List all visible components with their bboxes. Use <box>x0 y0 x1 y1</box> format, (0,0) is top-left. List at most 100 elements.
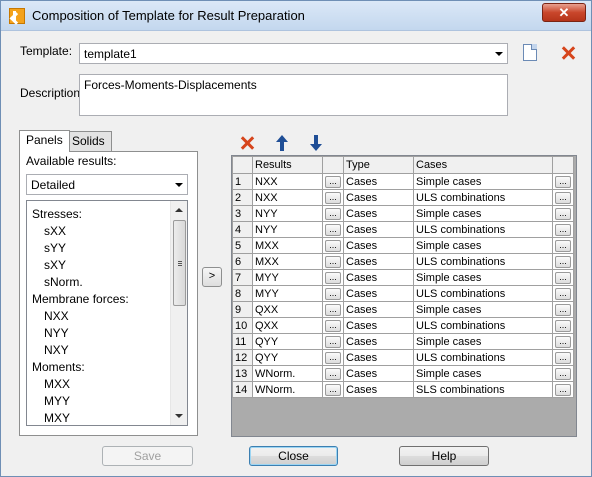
table-row[interactable]: 6 MXX... Cases ULS combinations... <box>232 253 574 270</box>
list-item[interactable]: sXY <box>44 258 66 272</box>
table-row[interactable]: 2 NXX... Cases ULS combinations... <box>232 189 574 206</box>
cell-cases[interactable]: ULS combinations <box>413 285 553 302</box>
scroll-down-icon[interactable] <box>175 414 183 418</box>
cell-cases[interactable]: Simple cases <box>413 237 553 254</box>
browse-result-button[interactable]: ... <box>325 335 341 348</box>
tab-panels[interactable]: Panels <box>19 130 70 152</box>
browse-cases-button[interactable]: ... <box>555 335 571 348</box>
available-results-list[interactable]: Stresses: sXX sYY sXY sNorm. Membrane forces:… <box>26 200 188 426</box>
cell-result[interactable]: QYY <box>252 333 323 350</box>
browse-result-button[interactable]: ... <box>325 319 341 332</box>
list-item[interactable]: sNorm. <box>44 275 83 289</box>
list-group-header[interactable]: Stresses: <box>32 207 82 221</box>
list-scrollbar[interactable] <box>170 201 187 425</box>
new-template-button[interactable] <box>519 42 541 64</box>
list-item[interactable]: sXX <box>44 224 66 238</box>
browse-result-button[interactable]: ... <box>325 287 341 300</box>
cell-cases[interactable]: Simple cases <box>413 365 553 382</box>
move-up-button[interactable] <box>271 132 293 154</box>
cell-cases[interactable]: ULS combinations <box>413 317 553 334</box>
cell-type[interactable]: Cases <box>343 253 414 270</box>
help-button[interactable]: Help <box>399 446 489 466</box>
scrollbar-thumb[interactable] <box>173 220 186 306</box>
browse-cases-button[interactable]: ... <box>555 239 571 252</box>
cell-type[interactable]: Cases <box>343 349 414 366</box>
cell-type[interactable]: Cases <box>343 301 414 318</box>
cell-result[interactable]: MYY <box>252 285 323 302</box>
table-row[interactable]: 4 NYY... Cases ULS combinations... <box>232 221 574 238</box>
browse-cases-button[interactable]: ... <box>555 191 571 204</box>
remove-row-button[interactable] <box>236 132 258 154</box>
table-row[interactable]: 11 QYY... Cases Simple cases... <box>232 333 574 350</box>
cell-type[interactable]: Cases <box>343 381 414 398</box>
table-row[interactable]: 3 NYY... Cases Simple cases... <box>232 205 574 222</box>
cell-type[interactable]: Cases <box>343 365 414 382</box>
window-close-button[interactable]: ✕ <box>542 3 586 22</box>
cell-cases[interactable]: Simple cases <box>413 333 553 350</box>
add-result-button[interactable]: > <box>202 267 222 287</box>
browse-cases-button[interactable]: ... <box>555 207 571 220</box>
tab-solids[interactable]: Solids <box>65 131 112 151</box>
cell-cases[interactable]: Simple cases <box>413 173 553 190</box>
list-group-header[interactable]: Moments: <box>32 360 85 374</box>
list-item[interactable]: sYY <box>44 241 66 255</box>
list-item[interactable]: MYY <box>44 394 70 408</box>
browse-result-button[interactable]: ... <box>325 271 341 284</box>
table-row[interactable]: 1 NXX... Cases Simple cases... <box>232 173 574 190</box>
cell-result[interactable]: WNorm. <box>252 381 323 398</box>
browse-result-button[interactable]: ... <box>325 303 341 316</box>
table-row[interactable]: 9 QXX... Cases Simple cases... <box>232 301 574 318</box>
list-item[interactable]: NYY <box>44 326 69 340</box>
cell-result[interactable]: QXX <box>252 301 323 318</box>
browse-cases-button[interactable]: ... <box>555 271 571 284</box>
cell-cases[interactable]: ULS combinations <box>413 189 553 206</box>
table-row[interactable]: 7 MYY... Cases Simple cases... <box>232 269 574 286</box>
browse-result-button[interactable]: ... <box>325 255 341 268</box>
list-group-header[interactable]: Membrane forces: <box>32 292 129 306</box>
cell-type[interactable]: Cases <box>343 173 414 190</box>
table-row[interactable]: 8 MYY... Cases ULS combinations... <box>232 285 574 302</box>
cell-type[interactable]: Cases <box>343 237 414 254</box>
cell-result[interactable]: NYY <box>252 221 323 238</box>
browse-cases-button[interactable]: ... <box>555 175 571 188</box>
browse-result-button[interactable]: ... <box>325 191 341 204</box>
cell-type[interactable]: Cases <box>343 189 414 206</box>
table-row[interactable]: 14 WNorm.... Cases SLS combinations... <box>232 381 574 398</box>
browse-cases-button[interactable]: ... <box>555 223 571 236</box>
browse-result-button[interactable]: ... <box>325 223 341 236</box>
scroll-up-icon[interactable] <box>175 208 183 212</box>
cell-cases[interactable]: Simple cases <box>413 269 553 286</box>
cell-cases[interactable]: SLS combinations <box>413 381 553 398</box>
cell-result[interactable]: QXX <box>252 317 323 334</box>
result-filter-select[interactable]: Detailed <box>26 174 188 195</box>
list-item[interactable]: MXX <box>44 377 70 391</box>
cell-type[interactable]: Cases <box>343 317 414 334</box>
template-select[interactable]: template1 <box>79 43 508 64</box>
cell-result[interactable]: MXX <box>252 253 323 270</box>
cell-result[interactable]: WNorm. <box>252 365 323 382</box>
column-header-cases[interactable]: Cases <box>413 156 553 174</box>
browse-result-button[interactable]: ... <box>325 351 341 364</box>
browse-cases-button[interactable]: ... <box>555 287 571 300</box>
save-button[interactable]: Save <box>102 446 193 466</box>
table-row[interactable]: 5 MXX... Cases Simple cases... <box>232 237 574 254</box>
table-row[interactable]: 13 WNorm.... Cases Simple cases... <box>232 365 574 382</box>
cell-result[interactable]: MYY <box>252 269 323 286</box>
cell-result[interactable]: NYY <box>252 205 323 222</box>
browse-cases-button[interactable]: ... <box>555 383 571 396</box>
browse-result-button[interactable]: ... <box>325 239 341 252</box>
browse-cases-button[interactable]: ... <box>555 319 571 332</box>
description-field[interactable]: Forces-Moments-Displacements <box>79 74 508 116</box>
browse-cases-button[interactable]: ... <box>555 303 571 316</box>
browse-result-button[interactable]: ... <box>325 383 341 396</box>
cell-result[interactable]: MXX <box>252 237 323 254</box>
browse-cases-button[interactable]: ... <box>555 367 571 380</box>
delete-template-button[interactable] <box>557 42 579 64</box>
column-header-type[interactable]: Type <box>343 156 414 174</box>
cell-cases[interactable]: ULS combinations <box>413 221 553 238</box>
cell-result[interactable]: NXX <box>252 189 323 206</box>
list-item[interactable]: NXX <box>44 309 69 323</box>
cell-cases[interactable]: ULS combinations <box>413 253 553 270</box>
cell-result[interactable]: NXX <box>252 173 323 190</box>
cell-cases[interactable]: ULS combinations <box>413 349 553 366</box>
